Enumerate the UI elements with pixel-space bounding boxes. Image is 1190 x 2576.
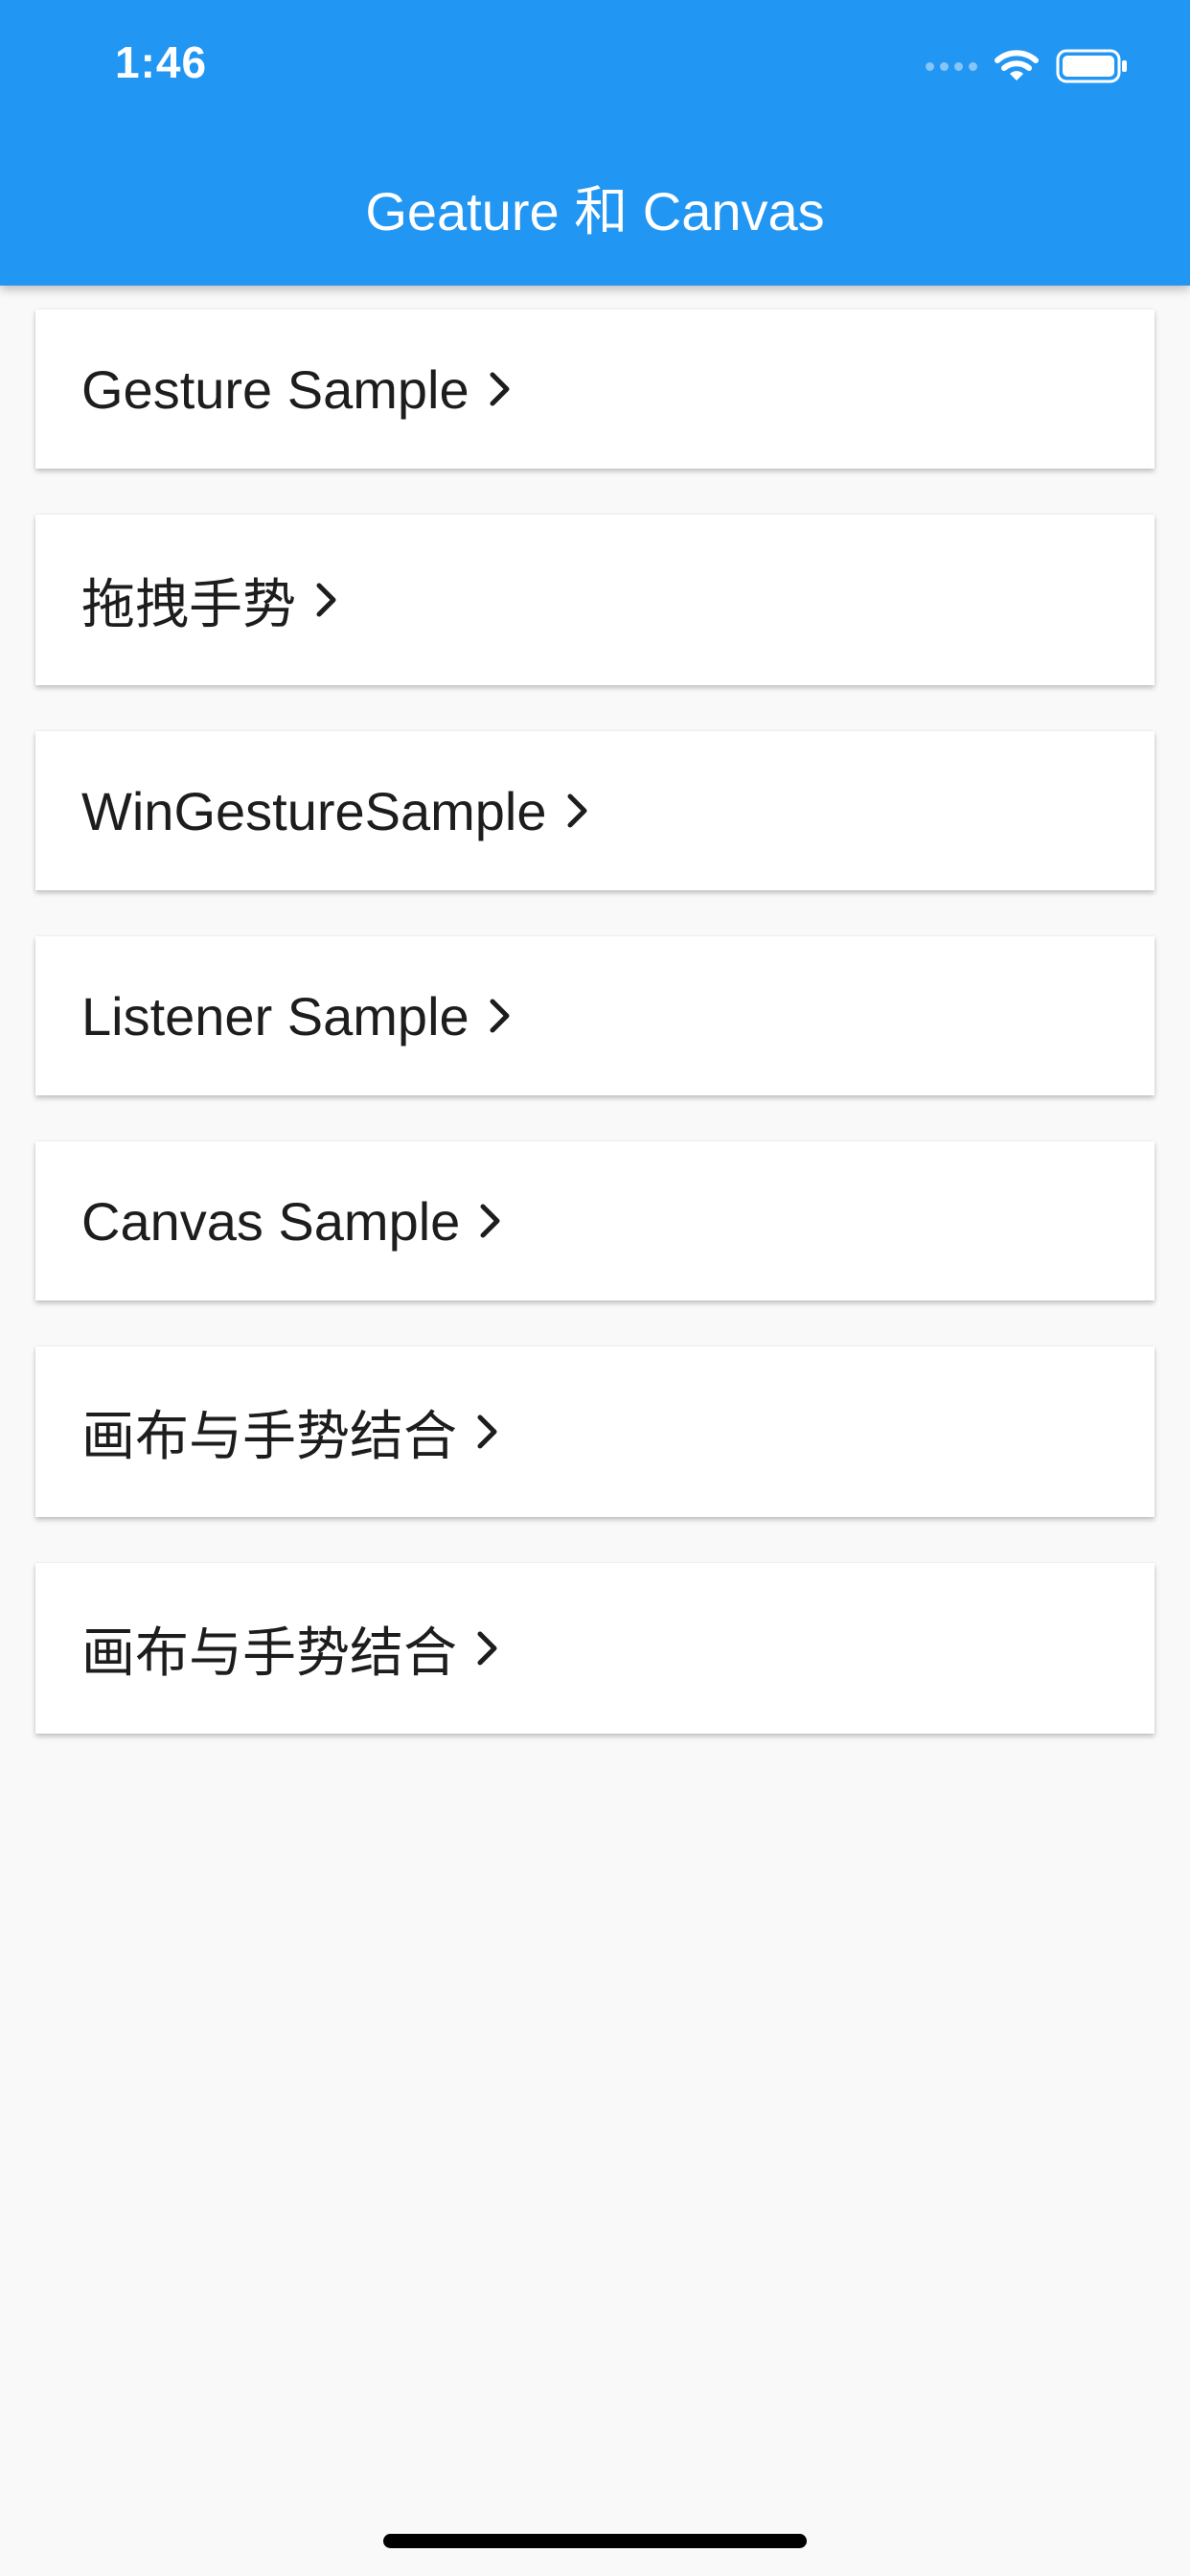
menu-item-label: Gesture Sample <box>81 358 469 420</box>
battery-icon <box>1056 49 1127 83</box>
menu-item-drag-gesture[interactable]: 拖拽手势 <box>35 515 1155 685</box>
status-time: 1:46 <box>115 37 208 87</box>
menu-item-canvas-sample[interactable]: Canvas Sample <box>35 1141 1155 1300</box>
menu-item-label: Canvas Sample <box>81 1190 461 1252</box>
menu-item-canvas-gesture-1[interactable]: 画布与手势结合 <box>35 1346 1155 1517</box>
chevron-right-icon <box>489 997 521 1035</box>
home-indicator[interactable] <box>383 2534 807 2548</box>
cellular-signal-icon <box>926 61 977 71</box>
menu-item-gesture-sample[interactable]: Gesture Sample <box>35 310 1155 469</box>
menu-list: Gesture Sample 拖拽手势 WinGestureSample Lis… <box>35 310 1155 1734</box>
chevron-right-icon <box>476 1413 509 1451</box>
menu-item-label: 画布与手势结合 <box>81 1405 457 1466</box>
menu-item-listener-sample[interactable]: Listener Sample <box>35 936 1155 1095</box>
page-title: Geature 和 Canvas <box>365 181 825 242</box>
menu-item-win-gesture-sample[interactable]: WinGestureSample <box>35 731 1155 890</box>
chevron-right-icon <box>476 1629 509 1668</box>
chevron-right-icon <box>489 370 521 408</box>
menu-item-label: 拖拽手势 <box>81 573 296 634</box>
wifi-icon <box>995 50 1039 80</box>
menu-item-label: Listener Sample <box>81 985 469 1046</box>
chevron-right-icon <box>315 581 348 619</box>
chevron-right-icon <box>566 792 599 830</box>
menu-item-label: WinGestureSample <box>81 780 547 841</box>
status-icons <box>926 42 1129 90</box>
menu-item-label: 画布与手势结合 <box>81 1622 457 1683</box>
chevron-right-icon <box>479 1202 512 1240</box>
app-bar: 1:46 Geature 和 Canvas <box>0 0 1190 286</box>
menu-item-canvas-gesture-2[interactable]: 画布与手势结合 <box>35 1563 1155 1734</box>
